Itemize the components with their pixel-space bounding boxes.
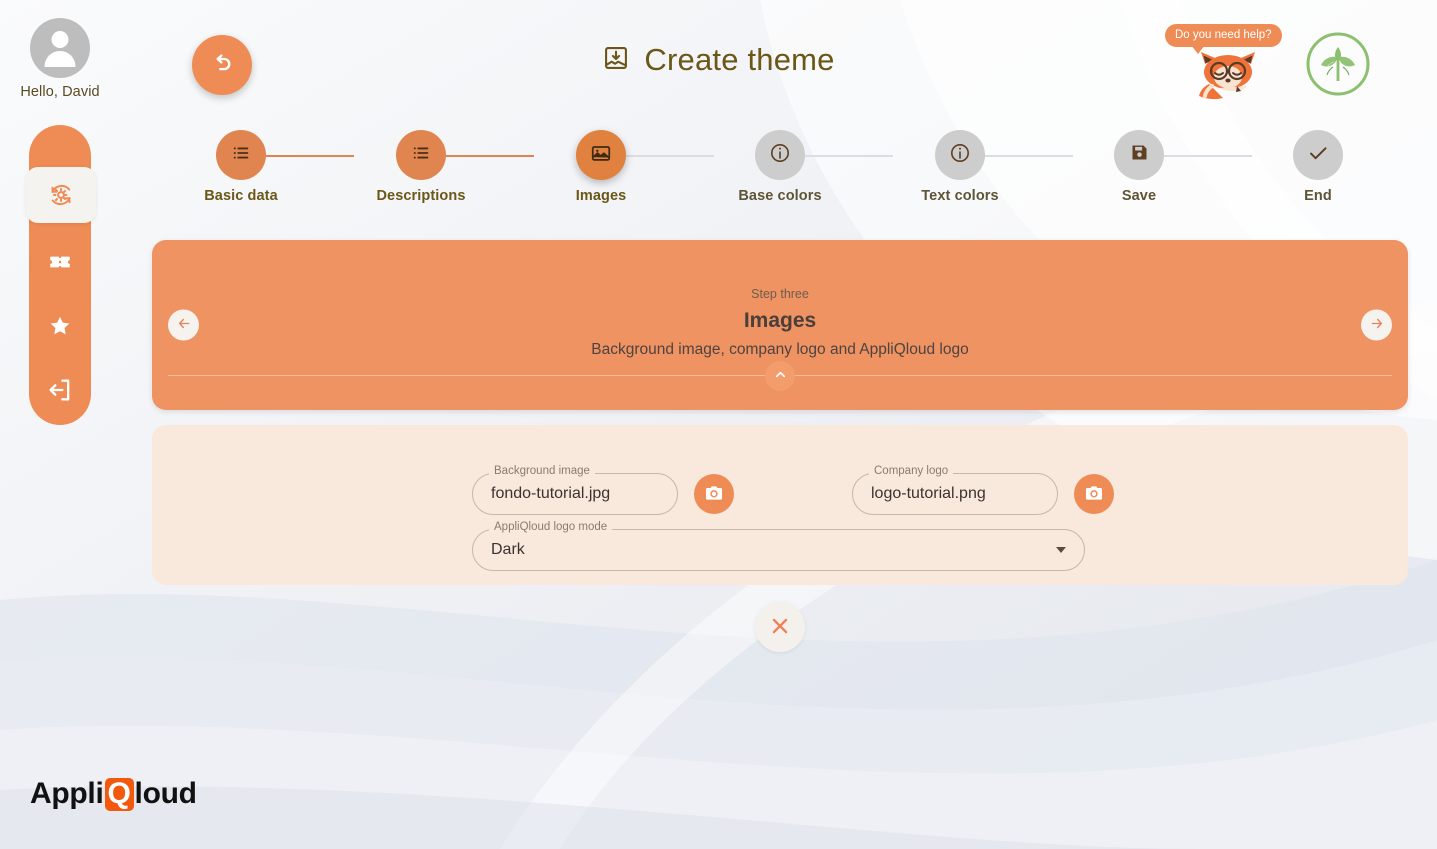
step-label: End <box>1304 188 1332 204</box>
logo-mode-label: AppliQloud logo mode <box>489 521 613 534</box>
sidebar-item-tickets[interactable] <box>29 237 91 287</box>
step-circle[interactable] <box>216 130 266 180</box>
sidebar-item-settings[interactable] <box>26 167 96 223</box>
company-logo-label: Company logo <box>869 465 954 478</box>
camera-icon <box>704 483 724 506</box>
help-mascot[interactable]: Do you need help? <box>1165 24 1295 104</box>
list-icon <box>230 142 252 169</box>
step-label: Images <box>575 188 627 204</box>
sleeping-fox-icon <box>1195 50 1261 107</box>
background-image-field[interactable]: Background image <box>472 465 678 515</box>
sidebar <box>26 125 96 425</box>
save-to-album-icon <box>602 44 630 77</box>
step-descriptions[interactable]: Descriptions <box>346 130 496 204</box>
step-banner: Step three Images Background image, comp… <box>152 240 1408 410</box>
arrow-left-icon <box>176 316 192 335</box>
banner-title: Images <box>743 309 817 332</box>
step-circle[interactable] <box>1114 130 1164 180</box>
step-circle[interactable] <box>576 130 626 180</box>
sidebar-item-logout[interactable] <box>29 365 91 415</box>
wordmark-part1: Appli <box>30 777 104 810</box>
step-images[interactable]: Images <box>526 130 676 204</box>
images-form-card: Background image Company logo <box>152 425 1408 585</box>
step-text-colors[interactable]: Text colors <box>885 130 1035 204</box>
step-label: Base colors <box>738 188 822 204</box>
wordmark-part2: loud <box>134 777 197 810</box>
step-label: Descriptions <box>376 188 466 204</box>
plant-sprout-logo[interactable] <box>1303 29 1373 104</box>
info-icon <box>768 141 792 170</box>
background-image-camera-button[interactable] <box>694 474 734 514</box>
camera-icon <box>1084 483 1104 506</box>
step-label: Save <box>1121 188 1157 204</box>
banner-subtitle: Background image, company logo and Appli… <box>591 341 969 358</box>
settings-sync-icon <box>46 180 76 210</box>
banner-step-label: Step three <box>751 287 809 301</box>
ticket-icon <box>47 249 73 275</box>
step-base-colors[interactable]: Base colors <box>705 130 855 204</box>
user-greeting: Hello, David <box>20 84 100 100</box>
list-icon <box>410 142 432 169</box>
background-image-input[interactable] <box>491 485 659 503</box>
step-circle[interactable] <box>396 130 446 180</box>
step-label: Text colors <box>921 188 999 204</box>
chevron-down-icon[interactable] <box>1056 547 1066 553</box>
help-bubble-text[interactable]: Do you need help? <box>1165 24 1282 54</box>
image-fields-row: Background image Company logo <box>472 465 1114 515</box>
next-step-button[interactable] <box>1361 309 1392 341</box>
info-icon <box>948 141 972 170</box>
image-icon <box>590 142 612 169</box>
step-basic-data[interactable]: Basic data <box>166 130 316 204</box>
check-icon <box>1306 141 1330 170</box>
step-label: Basic data <box>204 188 278 204</box>
stepper: Basic data Descriptions Images Base colo… <box>150 130 1390 225</box>
close-button[interactable] <box>755 602 805 652</box>
step-circle[interactable] <box>755 130 805 180</box>
wordmark-q-highlight: Q <box>104 777 134 811</box>
appliqloud-wordmark: Appli Q loud <box>30 777 197 811</box>
star-icon <box>47 313 73 339</box>
floppy-icon <box>1129 142 1150 168</box>
previous-step-button[interactable] <box>168 309 199 341</box>
close-x-icon <box>767 613 793 642</box>
logo-mode-row: AppliQloud logo mode Dark <box>472 521 1085 571</box>
company-logo-camera-button[interactable] <box>1074 474 1114 514</box>
collapse-banner-button[interactable] <box>765 361 795 391</box>
logo-mode-field[interactable]: AppliQloud logo mode Dark <box>472 521 1085 571</box>
step-save[interactable]: Save <box>1064 130 1214 204</box>
sidebar-item-favorites[interactable] <box>29 301 91 351</box>
app-root: Hello, David Create theme Do you need he… <box>0 0 1437 849</box>
logo-mode-value[interactable]: Dark <box>491 541 1066 559</box>
step-end[interactable]: End <box>1243 130 1393 204</box>
chevron-up-icon <box>773 367 788 385</box>
step-circle[interactable] <box>1293 130 1343 180</box>
arrow-right-icon <box>1369 316 1385 335</box>
logout-icon <box>46 376 74 404</box>
company-logo-input[interactable] <box>871 485 1039 503</box>
company-logo-field[interactable]: Company logo <box>852 465 1058 515</box>
page-title-text: Create theme <box>644 42 835 77</box>
background-image-label: Background image <box>489 465 595 478</box>
step-circle[interactable] <box>935 130 985 180</box>
